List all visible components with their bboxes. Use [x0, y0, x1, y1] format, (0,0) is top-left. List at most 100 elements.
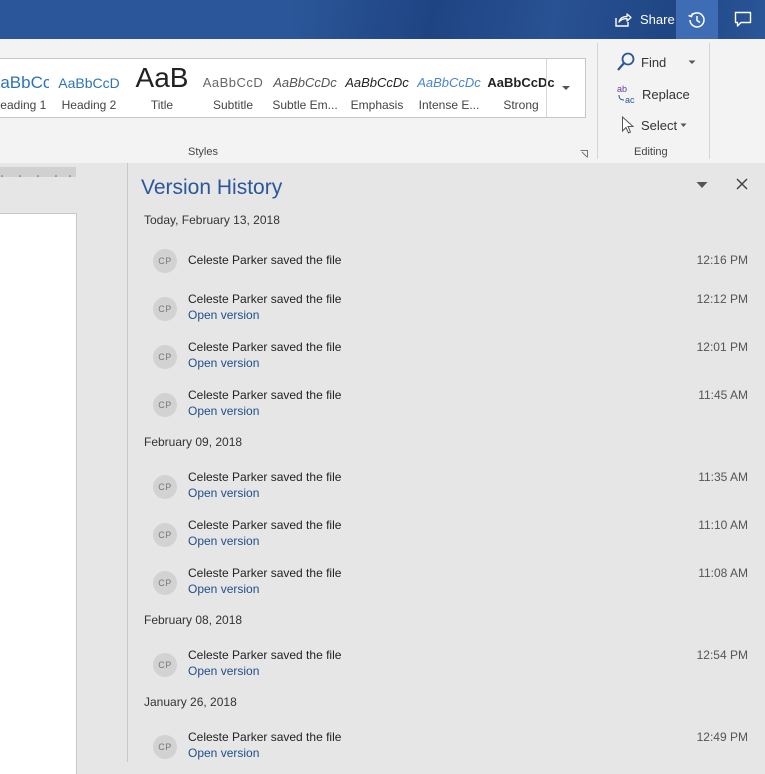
open-version-link[interactable]: Open version	[188, 664, 259, 678]
pane-title: Version History	[141, 176, 283, 199]
avatar: CP	[153, 297, 177, 321]
style-intense-emphasis[interactable]: AaBbCcDc Intense E...	[415, 59, 483, 117]
pane-options-icon[interactable]	[695, 180, 709, 190]
open-version-link[interactable]: Open version	[188, 486, 259, 500]
svg-text:ac: ac	[625, 95, 635, 105]
style-title[interactable]: AaB Title	[127, 59, 197, 117]
version-entry: CP Celeste Parker saved the file Open vers…	[144, 469, 748, 513]
dialog-launcher-icon[interactable]	[580, 150, 588, 158]
style-subtitle[interactable]: AaBbCcD Subtitle	[199, 59, 267, 117]
styles-group-label: Styles	[188, 146, 218, 158]
style-preview: AaB	[135, 62, 189, 93]
svg-text:ab: ab	[617, 84, 627, 94]
find-button[interactable]: Find	[616, 52, 696, 72]
ribbon-separator	[597, 43, 598, 159]
version-entry: CP Celeste Parker saved the file Open vers…	[144, 517, 748, 561]
style-subtle-emphasis[interactable]: AaBbCcDc Subtle Em...	[271, 59, 339, 117]
version-time: 11:35 AM	[698, 470, 748, 484]
title-bar: Share	[0, 0, 765, 39]
version-entry: CP Celeste Parker saved the file Open vers…	[144, 387, 748, 431]
version-entry: CP Celeste Parker saved the file 12:16 PM	[144, 247, 748, 291]
avatar: CP	[153, 571, 177, 595]
chevron-down-icon	[688, 60, 696, 64]
version-time: 12:16 PM	[696, 253, 748, 267]
style-preview: AaBbCcDc	[487, 75, 555, 90]
version-entry: CP Celeste Parker saved the file Open vers…	[144, 291, 748, 335]
open-version-link[interactable]: Open version	[188, 404, 259, 418]
date-group-header: Today, February 13, 2018	[144, 213, 280, 227]
version-description: Celeste Parker saved the file	[188, 292, 342, 306]
version-time: 12:49 PM	[696, 730, 748, 744]
avatar: CP	[153, 345, 177, 369]
style-preview: AaBbCcD	[58, 75, 120, 91]
styles-gallery-more-button[interactable]	[546, 59, 585, 117]
version-description: Celeste Parker saved the file	[188, 518, 342, 532]
version-time: 11:08 AM	[698, 566, 748, 580]
date-group-header: February 08, 2018	[144, 613, 243, 627]
avatar: CP	[153, 523, 177, 547]
style-strong[interactable]: AaBbCcDc Strong	[487, 59, 555, 117]
style-label: Heading 2	[61, 98, 117, 112]
version-entry: CP Celeste Parker saved the file Open vers…	[144, 339, 748, 383]
version-description: Celeste Parker saved the file	[188, 566, 342, 580]
version-description: Celeste Parker saved the file	[188, 648, 342, 662]
editing-group-label: Editing	[634, 146, 668, 158]
select-button[interactable]: Select	[621, 116, 687, 134]
style-heading-1[interactable]: AaBbCc Heading 1	[0, 59, 49, 117]
version-time: 11:45 AM	[698, 388, 748, 402]
version-description: Celeste Parker saved the file	[188, 253, 342, 267]
comments-button[interactable]	[726, 0, 760, 39]
version-entry: CP Celeste Parker saved the file Open vers…	[144, 729, 748, 773]
style-heading-2[interactable]: AaBbCcD Heading 2	[55, 59, 123, 117]
search-icon	[617, 52, 635, 71]
style-preview: AaBbCcDc	[273, 75, 337, 90]
avatar: CP	[153, 475, 177, 499]
date-group-header: January 26, 2018	[144, 695, 237, 709]
cursor-arrow-icon	[622, 116, 635, 134]
style-preview: AaBbCc	[0, 73, 49, 92]
style-label: Intense E...	[418, 98, 480, 112]
avatar: CP	[153, 249, 177, 273]
share-label: Share	[640, 12, 675, 27]
date-group-header: February 09, 2018	[144, 435, 243, 449]
version-description: Celeste Parker saved the file	[188, 730, 342, 744]
open-version-link[interactable]: Open version	[188, 582, 259, 596]
version-description: Celeste Parker saved the file	[188, 340, 342, 354]
style-label: Title	[150, 98, 174, 112]
style-label: Subtitle	[212, 98, 254, 112]
avatar: CP	[153, 393, 177, 417]
style-preview: AaBbCcD	[202, 75, 264, 90]
version-time: 12:54 PM	[696, 648, 748, 662]
version-entry: CP Celeste Parker saved the file Open vers…	[144, 647, 748, 691]
style-label: Subtle Em...	[272, 98, 338, 112]
open-version-link[interactable]: Open version	[188, 746, 259, 760]
ribbon: AaBbCc Heading 1 AaBbCcD Heading 2 AaB T…	[0, 39, 765, 194]
share-button[interactable]: Share	[608, 0, 676, 39]
replace-button[interactable]: ab ac Replace	[616, 83, 690, 105]
document-page[interactable]	[0, 213, 77, 774]
style-preview: AaBbCcDc	[345, 75, 409, 90]
open-version-link[interactable]: Open version	[188, 534, 259, 548]
version-time: 11:10 AM	[698, 518, 748, 532]
find-label: Find	[641, 54, 667, 70]
select-label: Select	[641, 117, 678, 133]
close-icon[interactable]	[735, 177, 749, 191]
style-label: Strong	[503, 98, 539, 112]
styles-gallery: AaBbCc Heading 1 AaBbCcD Heading 2 AaB T…	[0, 58, 586, 118]
version-description: Celeste Parker saved the file	[188, 388, 342, 402]
open-version-link[interactable]: Open version	[188, 356, 259, 370]
version-entry: CP Celeste Parker saved the file Open vers…	[144, 565, 748, 609]
history-button[interactable]	[676, 0, 718, 39]
avatar: CP	[153, 735, 177, 759]
style-label: Heading 1	[0, 98, 47, 112]
open-version-link[interactable]: Open version	[188, 308, 259, 322]
style-label: Emphasis	[350, 98, 404, 112]
version-time: 12:01 PM	[696, 340, 748, 354]
history-icon	[688, 11, 705, 28]
style-preview: AaBbCcDc	[417, 75, 481, 90]
ruler	[0, 167, 76, 177]
comments-icon	[734, 11, 752, 27]
version-history-pane: Version History Today, February 13, 2018…	[127, 163, 765, 762]
document-area	[0, 163, 127, 774]
style-emphasis[interactable]: AaBbCcDc Emphasis	[343, 59, 411, 117]
